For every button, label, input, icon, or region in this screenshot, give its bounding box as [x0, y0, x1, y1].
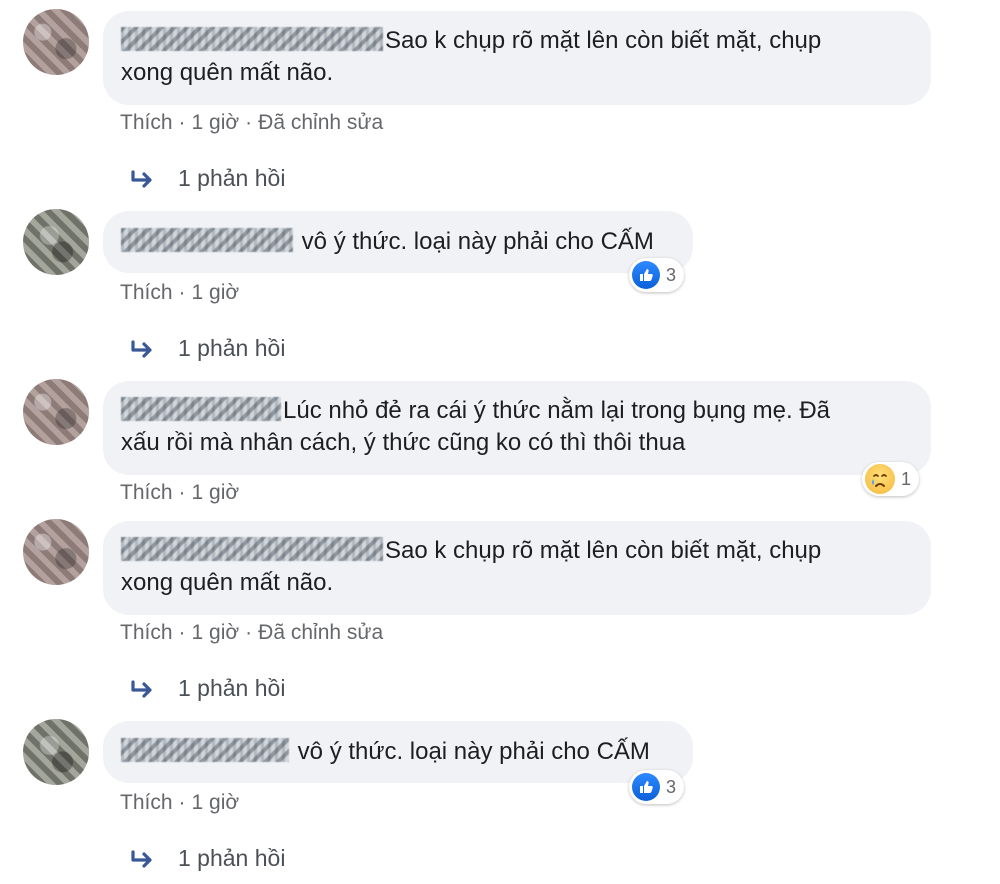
avatar[interactable]	[23, 719, 89, 785]
comment-text-line1: Sao k chụp rõ mặt lên còn biết mặt, chụp	[385, 27, 822, 54]
commenter-name-blurred[interactable]	[121, 27, 383, 51]
reply-arrow-icon	[131, 849, 152, 868]
commenter-name-blurred[interactable]	[121, 738, 289, 762]
edited-label: Đã chỉnh sửa	[258, 621, 384, 644]
comment-bubble: vô ý thức. loại này phải cho CẤM	[103, 211, 693, 273]
like-icon	[632, 261, 660, 289]
avatar[interactable]	[23, 379, 89, 445]
view-replies-link[interactable]: 1 phản hồi	[130, 675, 285, 702]
reaction-summary[interactable]: 3	[629, 770, 685, 804]
comment-meta: Thích · 1 giờ	[120, 281, 239, 305]
commenter-name-blurred[interactable]	[121, 397, 281, 421]
reaction-count: 3	[666, 776, 677, 797]
timestamp[interactable]: 1 giờ	[192, 791, 240, 815]
timestamp[interactable]: 1 giờ	[192, 111, 240, 135]
reply-arrow-icon	[131, 679, 152, 698]
separator: ·	[245, 111, 253, 134]
comment-text-line2: xong quên mất não.	[121, 59, 334, 86]
replies-count: 1 phản hồi	[178, 845, 286, 871]
commenter-name-blurred[interactable]	[121, 537, 383, 561]
view-replies-link[interactable]: 1 phản hồi	[130, 165, 285, 192]
edited-label: Đã chỉnh sửa	[258, 111, 384, 134]
reaction-count: 3	[666, 264, 677, 285]
comment-text-line2: xấu rồi mà nhân cách, ý thức cũng ko có …	[121, 429, 686, 456]
comment-meta: Thích · 1 giờ	[120, 791, 239, 815]
view-replies-link[interactable]: 1 phản hồi	[130, 335, 285, 362]
comment-text: vô ý thức. loại này phải cho CẤM	[301, 228, 654, 255]
reaction-summary[interactable]: 3	[629, 258, 685, 292]
comment-bubble: Sao k chụp rõ mặt lên còn biết mặt, chụp…	[103, 11, 931, 105]
comment-meta: Thích · 1 giờ · Đã chỉnh sửa	[120, 111, 383, 135]
comment-text-line1: Lúc nhỏ đẻ ra cái ý thức nằm lại trong b…	[283, 397, 831, 424]
replies-count: 1 phản hồi	[178, 165, 286, 191]
comment-text-line2: xong quên mất não.	[121, 569, 334, 596]
comment-bubble: Lúc nhỏ đẻ ra cái ý thức nằm lại trong b…	[103, 381, 931, 475]
reaction-count: 1	[901, 468, 912, 489]
comment-bubble: vô ý thức. loại này phải cho CẤM	[103, 721, 693, 783]
avatar[interactable]	[23, 9, 89, 75]
sad-icon	[865, 464, 895, 494]
separator: ·	[178, 621, 186, 644]
comment-bubble: Sao k chụp rõ mặt lên còn biết mặt, chụp…	[103, 521, 931, 615]
reaction-summary[interactable]: 1	[862, 462, 920, 496]
commenter-name-blurred[interactable]	[121, 228, 293, 252]
separator: ·	[245, 621, 253, 644]
view-replies-link[interactable]: 1 phản hồi	[130, 845, 285, 872]
reply-arrow-icon	[131, 339, 152, 358]
comment-meta: Thích · 1 giờ	[120, 481, 239, 505]
timestamp[interactable]: 1 giờ	[192, 281, 240, 305]
separator: ·	[178, 481, 186, 504]
replies-count: 1 phản hồi	[178, 675, 286, 701]
like-link[interactable]: Thích	[120, 621, 173, 645]
separator: ·	[178, 111, 186, 134]
reply-arrow-icon	[131, 169, 152, 188]
like-link[interactable]: Thích	[120, 791, 173, 815]
replies-count: 1 phản hồi	[178, 335, 286, 361]
separator: ·	[178, 791, 186, 814]
like-icon	[632, 773, 660, 801]
like-link[interactable]: Thích	[120, 281, 173, 305]
avatar[interactable]	[23, 519, 89, 585]
like-link[interactable]: Thích	[120, 111, 173, 135]
like-link[interactable]: Thích	[120, 481, 173, 505]
avatar[interactable]	[23, 209, 89, 275]
comment-text: vô ý thức. loại này phải cho CẤM	[297, 738, 650, 765]
timestamp[interactable]: 1 giờ	[192, 481, 240, 505]
separator: ·	[178, 281, 186, 304]
timestamp[interactable]: 1 giờ	[192, 621, 240, 645]
comment-meta: Thích · 1 giờ · Đã chỉnh sửa	[120, 621, 383, 645]
comment-text-line1: Sao k chụp rõ mặt lên còn biết mặt, chụp	[385, 537, 822, 564]
